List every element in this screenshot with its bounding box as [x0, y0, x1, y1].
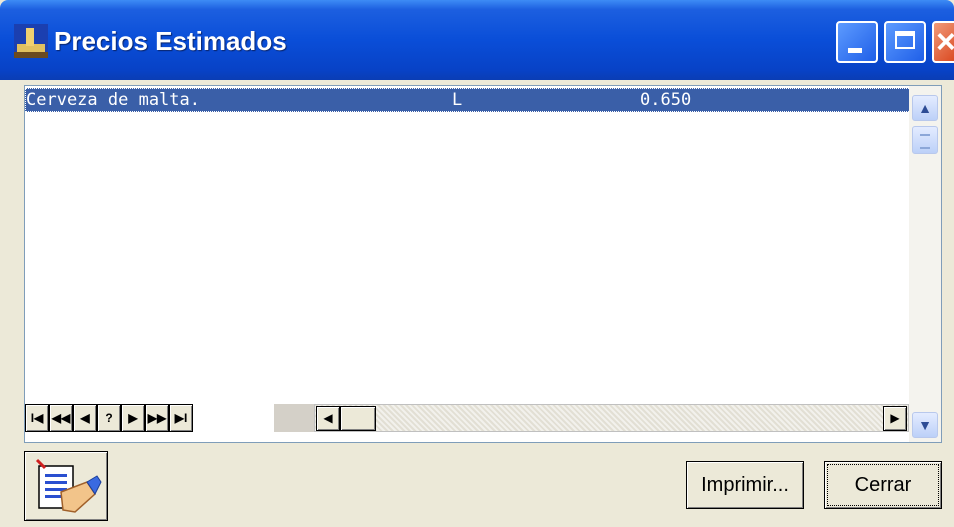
document-edit-icon: [35, 458, 102, 513]
window: Precios Estimados × Cerveza de malta. L …: [0, 0, 954, 521]
last-record-button[interactable]: ▶I: [169, 404, 193, 432]
scroll-thumb[interactable]: [912, 126, 938, 154]
maximize-button[interactable]: [884, 21, 926, 63]
scroll-right-button[interactable]: ▶: [883, 406, 907, 431]
next-page-button[interactable]: ▶▶: [145, 404, 169, 432]
record-navigator: I◀ ◀◀ ◀ ? ▶ ▶▶ ▶I ◀ ▶: [25, 404, 909, 434]
close-button[interactable]: Cerrar: [824, 461, 942, 509]
product-name-cell[interactable]: Cerveza de malta.: [26, 90, 200, 110]
scroll-left-button[interactable]: ◀: [316, 406, 340, 431]
first-record-button[interactable]: I◀: [25, 404, 49, 432]
help-button[interactable]: ?: [97, 404, 121, 432]
print-button[interactable]: Imprimir...: [686, 461, 804, 509]
app-icon: [14, 24, 48, 58]
scroll-up-button[interactable]: ▲: [912, 95, 938, 121]
navigator-spacer: [274, 404, 314, 432]
vertical-scrollbar[interactable]: ▲ ▼: [909, 86, 941, 442]
title-bar[interactable]: Precios Estimados ×: [0, 0, 954, 80]
close-icon: ×: [936, 23, 954, 61]
window-title: Precios Estimados: [54, 26, 287, 56]
prices-grid[interactable]: Cerveza de malta. L 0.650 ▲ ▼ I◀ ◀◀ ◀ ? …: [24, 85, 942, 443]
price-cell[interactable]: 0.650: [640, 90, 691, 110]
close-window-button[interactable]: ×: [932, 21, 954, 63]
horizontal-scrollbar[interactable]: ◀ ▶: [314, 404, 909, 432]
horizontal-scroll-thumb[interactable]: [340, 406, 376, 431]
report-tool-button[interactable]: [24, 451, 108, 521]
prior-page-button[interactable]: ◀◀: [49, 404, 73, 432]
minimize-button[interactable]: [836, 21, 878, 63]
prior-record-button[interactable]: ◀: [73, 404, 97, 432]
next-record-button[interactable]: ▶: [121, 404, 145, 432]
unit-cell[interactable]: L: [452, 90, 462, 110]
scroll-down-button[interactable]: ▼: [912, 412, 938, 438]
table-row[interactable]: Cerveza de malta. L 0.650: [25, 88, 911, 112]
